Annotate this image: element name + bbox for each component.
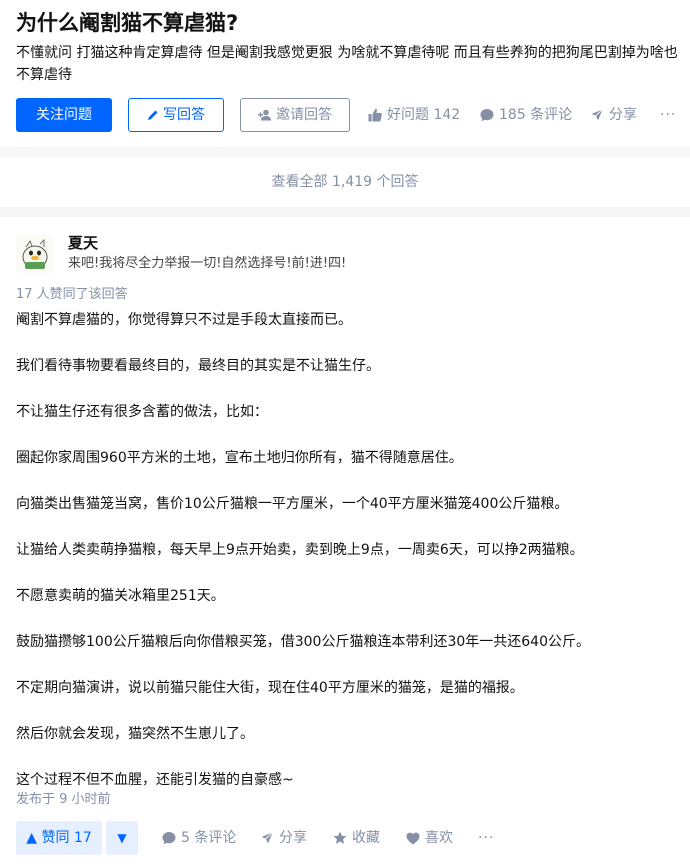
answer-paragraph: 让猫给人类卖萌挣猫粮，每天早上9点开始卖，卖到晚上9点，一周卖6天，可以挣2两猫… — [16, 542, 584, 558]
question-comments-button[interactable]: 185 条评论 — [480, 98, 572, 132]
more-icon: ··· — [660, 107, 677, 123]
view-all-answers-link[interactable]: 查看全部 1,419 个回答 — [0, 157, 690, 207]
follow-question-button[interactable]: 关注问题 — [16, 98, 112, 132]
question-detail: 不懂就问 打猫这种肯定算虐待 但是阉割我感觉更狠 为啥就不算虐待呢 而且有些养狗… — [16, 45, 678, 83]
answer-paragraph: 圈起你家周围960平方米的土地，宣布土地归你所有，猫不得随意居住。 — [16, 450, 463, 466]
answer-comments-button[interactable]: 5 条评论 — [162, 821, 236, 855]
answer-paragraph: 阉割不算虐猫的，你觉得算只不过是手段太直接而已。 — [16, 312, 352, 328]
answer-card: 夏天 来吧!我将尽全力举报一切!自然选择号!前!进!四! 17 人赞同了该回答 … — [0, 217, 690, 868]
answer-actions: ▲ 赞同 17 ▼ 5 条评论 分享 收藏 喜欢 ··· — [16, 821, 684, 855]
good-question-button[interactable]: 好问题 142 — [368, 98, 460, 132]
like-button[interactable]: 喜欢 — [406, 821, 453, 855]
view-all-answers-label: 查看全部 1,419 个回答 — [271, 174, 419, 190]
answer-paragraph: 我们看待事物要看最终目的，最终目的其实是不让猫生仔。 — [16, 358, 380, 374]
question-more-button[interactable]: ··· — [660, 98, 676, 132]
answer-paragraph: 然后你就会发现，猫突然不生崽儿了。 — [16, 726, 254, 742]
answer-body: 阉割不算虐猫的，你觉得算只不过是手段太直接而已。 我们看待事物要看最终目的，最终… — [16, 310, 684, 816]
answer-paragraph: 不愿意卖萌的猫关冰箱里251天。 — [16, 588, 225, 604]
answer-paragraph: 这个过程不但不血腥，还能引发猫的自豪感~ — [16, 772, 294, 788]
pencil-icon — [148, 110, 158, 120]
invite-answer-button[interactable]: 邀请回答 — [240, 98, 350, 132]
good-question-label: 好问题 142 — [387, 107, 461, 123]
share-icon — [590, 108, 604, 122]
heart-icon — [406, 832, 420, 845]
vote-up-label: ▲ 赞同 17 — [26, 830, 92, 846]
avatar[interactable] — [16, 235, 54, 273]
question-actions: 关注问题 写回答 邀请回答 好问题 142 185 条评论 分享 ··· — [16, 98, 684, 132]
question-share-button[interactable]: 分享 — [590, 98, 637, 132]
star-icon — [333, 831, 347, 844]
question-title[interactable]: 为什么阉割猫不算虐猫? — [16, 8, 238, 38]
vote-summary: 17 人赞同了该回答 — [16, 287, 128, 302]
like-label: 喜欢 — [425, 830, 453, 846]
answer-paragraph: 鼓励猫攒够100公斤猫粮后向你借粮买笼，借300公斤猫粮连本带利还30年一共还6… — [16, 634, 590, 650]
answer-paragraph: 不让猫生仔还有很多含蓄的做法，比如： — [16, 404, 268, 420]
answer-share-button[interactable]: 分享 — [260, 821, 307, 855]
comment-icon — [480, 109, 494, 122]
author-name[interactable]: 夏天 — [68, 233, 98, 253]
write-answer-label: 写回答 — [163, 107, 205, 123]
answer-paragraph: 不定期向猫演讲，说以前猫只能住大街，现在住40平方厘米的猫笼，是猫的福报。 — [16, 680, 524, 696]
publish-time[interactable]: 发布于 9 小时前 — [16, 791, 111, 809]
answer-paragraph: 向猫类出售猫笼当窝，售价10公斤猫粮一平方厘米，一个40平方厘米猫笼400公斤猫… — [16, 496, 569, 512]
answer-share-label: 分享 — [279, 830, 307, 846]
comment-icon — [162, 832, 176, 845]
write-answer-button[interactable]: 写回答 — [128, 98, 224, 132]
vote-down-icon: ▼ — [117, 831, 127, 845]
more-icon: ··· — [478, 830, 495, 846]
collect-button[interactable]: 收藏 — [333, 821, 380, 855]
question-share-label: 分享 — [609, 107, 637, 123]
vote-down-button[interactable]: ▼ — [106, 821, 138, 855]
add-user-icon — [258, 109, 271, 121]
question-card: 为什么阉割猫不算虐猫? 不懂就问 打猫这种肯定算虐待 但是阉割我感觉更狠 为啥就… — [0, 0, 690, 147]
follow-question-label: 关注问题 — [36, 107, 92, 123]
share-icon — [260, 831, 274, 845]
vote-up-button[interactable]: ▲ 赞同 17 — [16, 821, 102, 855]
duck-avatar-icon — [16, 235, 54, 273]
thumbs-up-icon — [368, 108, 382, 122]
question-comments-label: 185 条评论 — [499, 107, 573, 123]
invite-answer-label: 邀请回答 — [276, 107, 332, 123]
answer-comments-label: 5 条评论 — [181, 830, 237, 846]
author-bio: 来吧!我将尽全力举报一切!自然选择号!前!进!四! — [68, 256, 347, 271]
answer-more-button[interactable]: ··· — [478, 821, 494, 855]
collect-label: 收藏 — [352, 830, 380, 846]
